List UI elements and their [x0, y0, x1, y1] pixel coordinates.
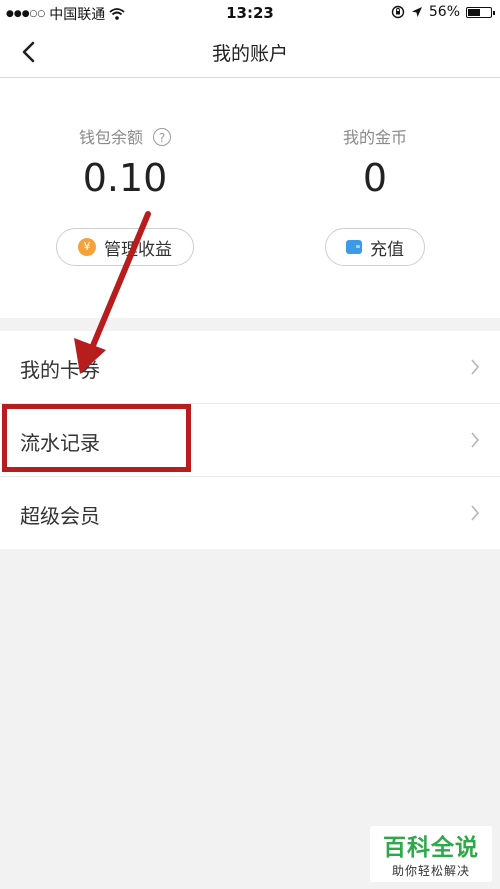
menu-item-super-member[interactable]: 超级会员	[0, 477, 500, 549]
watermark-subtitle: 助你轻松解决	[391, 864, 470, 878]
orientation-lock-icon	[391, 5, 405, 19]
status-right: 56%	[391, 4, 495, 20]
help-icon[interactable]: ?	[153, 128, 171, 146]
coins-value: 0	[362, 156, 388, 200]
wallet-icon	[346, 240, 362, 254]
account-menu: 我的卡券 流水记录 超级会员	[0, 331, 500, 549]
wallet-balance-label-row: 钱包余额?	[0, 124, 250, 148]
watermark-title: 百科全说	[383, 835, 479, 861]
watermark-logo: 百科全说 助你轻松解决	[370, 826, 492, 882]
coins-label: 我的金币	[342, 128, 407, 147]
navigation-bar: 我的账户	[0, 26, 500, 78]
battery-icon	[466, 6, 495, 18]
chevron-right-icon	[471, 432, 480, 448]
status-bar: ●●●○○ 中国联通 13:23 56%	[0, 0, 500, 26]
menu-item-label: 流水记录	[20, 431, 100, 455]
battery-percent: 56%	[428, 4, 460, 20]
menu-item-coupons[interactable]: 我的卡券	[0, 331, 500, 404]
recharge-button[interactable]: 充值	[325, 228, 425, 266]
recharge-label: 充值	[370, 239, 404, 260]
yen-coin-icon: ¥	[78, 238, 96, 256]
wallet-balance-section: 钱包余额? 0.10 ¥ 管理收益	[0, 78, 250, 318]
battery-fill	[468, 8, 481, 16]
location-icon	[411, 7, 422, 17]
menu-item-transaction-records[interactable]: 流水记录	[0, 404, 500, 477]
page-title: 我的账户	[211, 43, 288, 65]
wallet-balance-value: 0.10	[82, 156, 168, 200]
chevron-right-icon	[471, 505, 480, 521]
menu-item-label: 我的卡券	[20, 358, 100, 382]
menu-item-label: 超级会员	[20, 504, 100, 528]
account-summary: 钱包余额? 0.10 ¥ 管理收益 我的金币 0 充值	[0, 78, 500, 318]
manage-earnings-label: 管理收益	[104, 239, 172, 260]
manage-earnings-button[interactable]: ¥ 管理收益	[56, 228, 194, 266]
wallet-balance-label: 钱包余额	[78, 128, 143, 147]
chevron-right-icon	[471, 359, 480, 375]
coins-section: 我的金币 0 充值	[250, 78, 500, 318]
